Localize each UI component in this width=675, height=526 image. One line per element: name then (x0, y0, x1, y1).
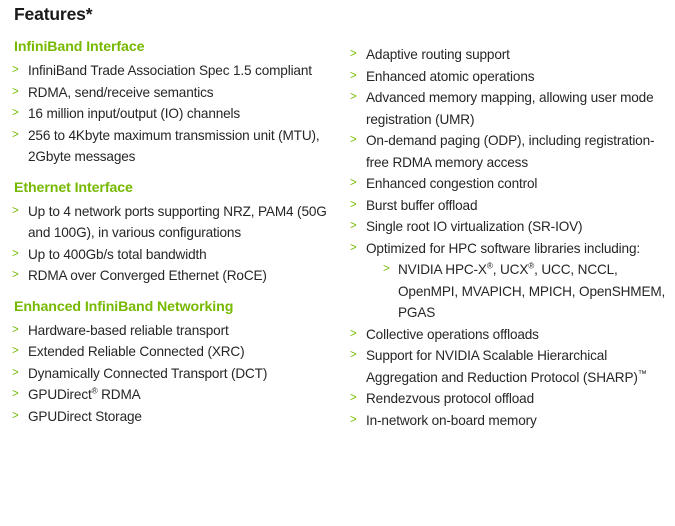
bullet-marker-icon: > (12, 409, 19, 422)
bullet-marker-icon: > (350, 241, 357, 254)
list-item: > Single root IO virtualization (SR-IOV) (350, 216, 671, 238)
bullet-marker-icon: > (12, 366, 19, 379)
list-item: > Dynamically Connected Transport (DCT) (12, 363, 334, 385)
list-item: > Rendezvous protocol offload (350, 388, 671, 410)
list-item-label: Enhanced congestion control (366, 176, 538, 191)
list-item: > Collective operations offloads (350, 324, 671, 346)
bullet-marker-icon: > (350, 220, 357, 232)
list-item: > 16 million input/output (IO) channels (12, 103, 334, 125)
list-item: > 256 to 4Kbyte maximum transmission uni… (12, 125, 334, 168)
registered-trademark-icon: ® (91, 386, 98, 396)
list-item-label: Burst buffer offload (366, 197, 478, 213)
bullet-marker-icon: > (383, 263, 390, 275)
list-item: > NVIDIA HPC-X®, UCX®, UCC, NCCL, OpenMP… (383, 259, 671, 324)
list-item: > Burst buffer offload (350, 195, 671, 217)
bullet-marker-icon: > (12, 323, 19, 336)
bullet-marker-icon: > (350, 69, 357, 82)
bullet-marker-icon: > (12, 269, 19, 281)
bullet-marker-icon: > (350, 134, 357, 146)
section-ethernet-interface: Ethernet Interface > Up to 4 network por… (12, 179, 334, 287)
list-item-label: GPUDirect® RDMA (28, 386, 141, 402)
list-item-label: RDMA, send/receive semantics (28, 84, 214, 100)
bullet-marker-icon: > (350, 349, 357, 361)
list-item: > RDMA, send/receive semantics (12, 82, 334, 104)
page-title: Features* (14, 4, 93, 24)
list-item: > Up to 400Gb/s total bandwidth (12, 244, 334, 266)
list-item: > Advanced memory mapping, allowing user… (350, 87, 671, 130)
bullet-marker-icon: > (350, 327, 357, 340)
bullet-marker-icon: > (350, 392, 357, 404)
list-item: > GPUDirect Storage (12, 406, 334, 428)
list-item-label: Collective operations offloads (366, 326, 539, 342)
bullet-marker-icon: > (12, 388, 19, 400)
bullet-list-ethernet-interface: > Up to 4 network ports supporting NRZ, … (12, 201, 334, 287)
list-item-label: Dynamically Connected Transport (DCT) (28, 365, 268, 381)
features-page: Features* InfiniBand Interface > InfiniB… (0, 0, 675, 526)
registered-trademark-icon: ® (528, 261, 535, 271)
list-item: > InfiniBand Trade Association Spec 1.5 … (12, 60, 334, 82)
list-item-label: 16 million input/output (IO) channels (28, 106, 241, 121)
trademark-icon: ™ (637, 367, 647, 378)
list-item-label: Advanced memory mapping, allowing user m… (366, 90, 654, 127)
section-heading-ethernet-interface: Ethernet Interface (14, 179, 133, 196)
list-item-label: Extended Reliable Connected (XRC) (28, 344, 245, 359)
list-item-label: 256 to 4Kbyte maximum transmission unit … (28, 127, 320, 165)
list-item-label: Up to 4 network ports supporting NRZ, PA… (28, 203, 327, 241)
list-item-label: In-network on-board memory (366, 412, 537, 428)
list-item-label: Up to 400Gb/s total bandwidth (28, 246, 207, 262)
bullet-marker-icon: > (350, 413, 357, 426)
list-item: > In-network on-board memory (350, 410, 671, 432)
bullet-marker-icon: > (12, 247, 19, 260)
list-item: > RDMA over Converged Ethernet (RoCE) (12, 265, 334, 287)
bullet-list-infiniband-interface: > InfiniBand Trade Association Spec 1.5 … (12, 60, 334, 168)
section-heading-infiniband-interface: InfiniBand Interface (14, 39, 145, 55)
sub-bullet-list-hpc-libraries: > NVIDIA HPC-X®, UCX®, UCC, NCCL, OpenMP… (366, 259, 671, 324)
list-item-label: RDMA over Converged Ethernet (RoCE) (28, 268, 267, 283)
bullet-marker-icon: > (350, 198, 357, 211)
right-column: > Adaptive routing support > Enhanced at… (340, 38, 675, 431)
list-item-label: Hardware-based reliable transport (28, 322, 229, 338)
list-item: > Support for NVIDIA Scalable Hierarchic… (350, 345, 671, 388)
list-item: > Up to 4 network ports supporting NRZ, … (12, 201, 334, 244)
list-item: > Adaptive routing support (350, 44, 671, 66)
list-item-label: Rendezvous protocol offload (366, 391, 535, 406)
bullet-marker-icon: > (12, 64, 19, 76)
list-item: > On-demand paging (ODP), including regi… (350, 130, 671, 173)
bullet-marker-icon: > (12, 107, 19, 119)
bullet-marker-icon: > (350, 177, 357, 189)
list-item: > Optimized for HPC software libraries i… (350, 238, 671, 324)
list-item: > Extended Reliable Connected (XRC) (12, 341, 334, 363)
bullet-marker-icon: > (12, 204, 19, 217)
section-enhanced-infiniband-networking: Enhanced InfiniBand Networking > Hardwar… (12, 298, 334, 428)
list-item-label: InfiniBand Trade Association Spec 1.5 co… (28, 63, 312, 78)
list-item-label: Enhanced atomic operations (366, 68, 535, 84)
two-column-layout: InfiniBand Interface > InfiniBand Trade … (0, 38, 675, 431)
bullet-marker-icon: > (12, 345, 19, 357)
bullet-list-right-column: > Adaptive routing support > Enhanced at… (350, 44, 671, 431)
list-item-label: GPUDirect Storage (28, 408, 142, 424)
list-item-label: Optimized for HPC software libraries inc… (366, 240, 640, 256)
list-item: > Hardware-based reliable transport (12, 320, 334, 342)
section-infiniband-interface: InfiniBand Interface > InfiniBand Trade … (12, 38, 334, 168)
section-heading-enhanced-infiniband-networking: Enhanced InfiniBand Networking (14, 298, 234, 315)
registered-trademark-icon: ® (486, 261, 493, 271)
list-item: > Enhanced congestion control (350, 173, 671, 195)
bullet-list-enhanced-infiniband-networking: > Hardware-based reliable transport > Ex… (12, 320, 334, 428)
list-item-label: On-demand paging (ODP), including regist… (366, 133, 655, 170)
list-item: > Enhanced atomic operations (350, 66, 671, 88)
list-item: > GPUDirect® RDMA (12, 384, 334, 406)
bullet-marker-icon: > (350, 48, 357, 60)
left-column: InfiniBand Interface > InfiniBand Trade … (0, 38, 340, 427)
list-item-label: Support for NVIDIA Scalable Hierarchical… (366, 348, 647, 385)
list-item-label: Adaptive routing support (366, 47, 510, 62)
list-item-label: Single root IO virtualization (SR-IOV) (366, 219, 583, 234)
list-item-label: NVIDIA HPC-X®, UCX®, UCC, NCCL, OpenMPI,… (398, 261, 666, 320)
bullet-marker-icon: > (350, 91, 357, 103)
bullet-marker-icon: > (12, 85, 19, 98)
bullet-marker-icon: > (12, 128, 19, 141)
